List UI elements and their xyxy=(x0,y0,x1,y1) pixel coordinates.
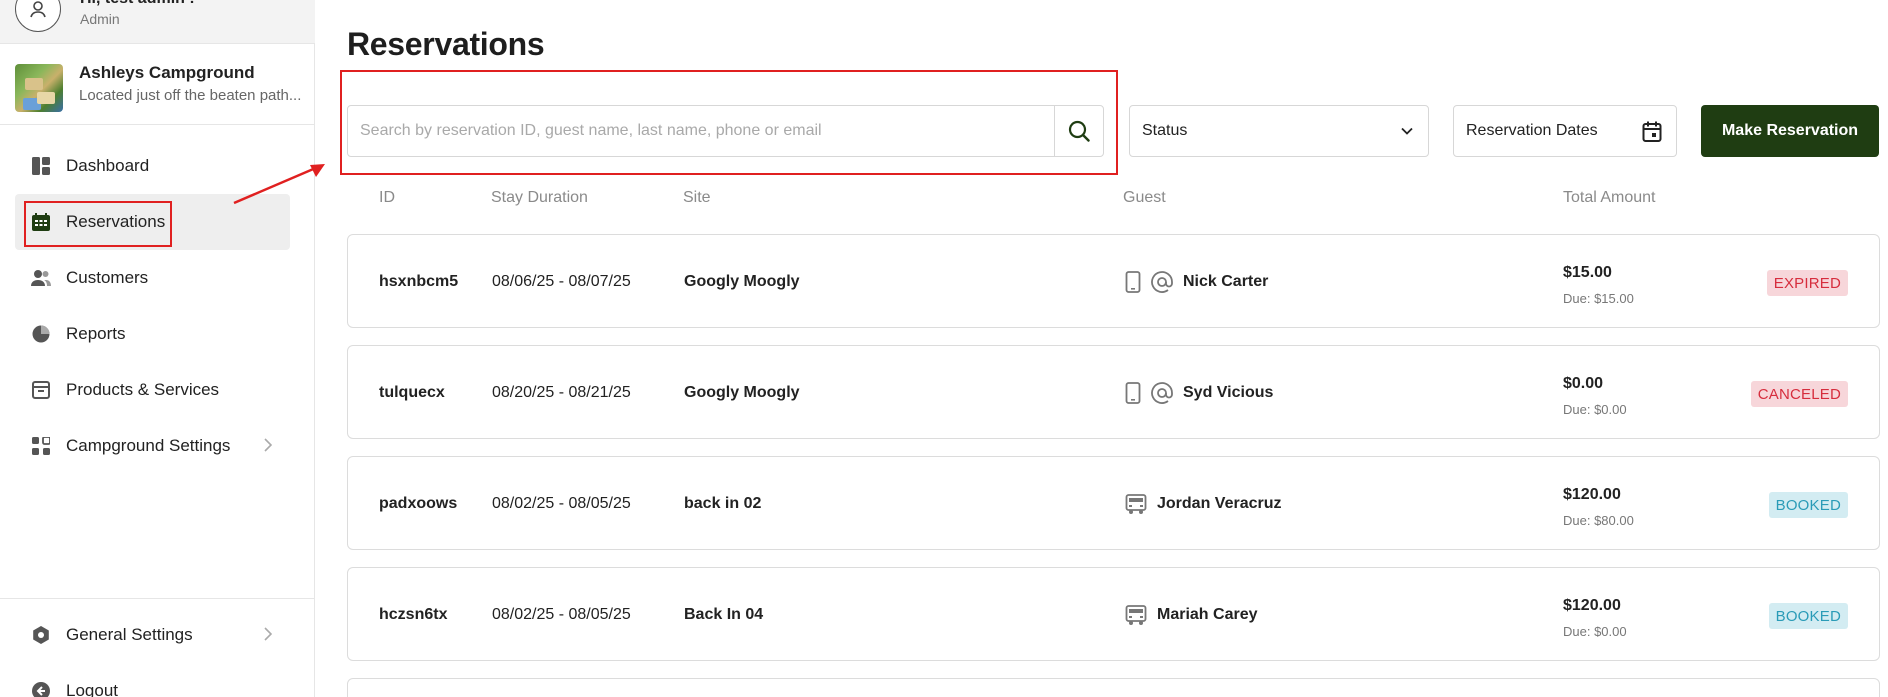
box-icon xyxy=(31,380,51,400)
campground-thumbnail xyxy=(15,64,63,112)
status-badge: BOOKED xyxy=(1768,603,1848,629)
amount-due: Due: $80.00 xyxy=(1563,513,1634,528)
guest-name: Syd Vicious xyxy=(1183,384,1274,401)
app-root: Hi, test admin ! Admin Ashleys Campgroun… xyxy=(0,0,1888,697)
campground-name: Ashleys Campground xyxy=(79,63,255,82)
nav-logout[interactable]: Logout xyxy=(15,663,290,697)
status-badge: BOOKED xyxy=(1768,492,1848,518)
amount-due: Due: $15.00 xyxy=(1563,291,1634,306)
annotation-nav-highlight xyxy=(24,201,172,247)
column-header-site: Site xyxy=(683,189,711,206)
column-header-id: ID xyxy=(379,189,395,206)
guest-cell: Mariah Carey xyxy=(1125,604,1258,626)
nav-customers-label: Customers xyxy=(66,268,149,287)
reservation-dates-field[interactable]: Reservation Dates xyxy=(1453,105,1677,157)
phone-icon xyxy=(1125,271,1141,293)
status-select[interactable]: Status xyxy=(1129,105,1429,157)
status-badge: CANCELED xyxy=(1750,381,1848,407)
guest-name: Nick Carter xyxy=(1183,273,1269,290)
nav-reports[interactable]: Reports xyxy=(15,306,290,362)
table-row[interactable] xyxy=(347,678,1880,697)
dashboard-icon xyxy=(31,156,51,176)
table-row[interactable]: padxoows 08/02/25 - 08/05/25 back in 02 … xyxy=(347,456,1880,550)
reservation-id: tulquecx xyxy=(379,384,445,401)
amount-due: Due: $0.00 xyxy=(1563,624,1627,639)
nav-campground-settings-label: Campground Settings xyxy=(66,436,231,455)
nav-campground-settings[interactable]: Campground Settings xyxy=(15,418,290,474)
reservation-id: padxoows xyxy=(379,495,458,512)
total-amount: $120.00 xyxy=(1563,597,1621,614)
table-row[interactable]: hsxnbcm5 08/06/25 - 08/07/25 Googly Moog… xyxy=(347,234,1880,328)
chevron-right-icon xyxy=(264,437,273,457)
reservation-id: hczsn6tx xyxy=(379,606,448,623)
status-select-label: Status xyxy=(1142,122,1188,139)
status-badge: EXPIRED xyxy=(1766,270,1848,296)
table-row[interactable]: tulquecx 08/20/25 - 08/21/25 Googly Moog… xyxy=(347,345,1880,439)
sidebar: Hi, test admin ! Admin Ashleys Campgroun… xyxy=(0,0,315,697)
nav-customers[interactable]: Customers xyxy=(15,250,290,306)
column-header-guest: Guest xyxy=(1123,189,1166,206)
table-row[interactable]: hczsn6tx 08/02/25 - 08/05/25 Back In 04 … xyxy=(347,567,1880,661)
user-greeting: Hi, test admin ! xyxy=(80,0,195,8)
guest-name: Mariah Carey xyxy=(1157,606,1258,623)
guest-cell: Syd Vicious xyxy=(1125,382,1273,404)
column-header-total: Total Amount xyxy=(1563,189,1656,206)
chevron-right-icon xyxy=(264,626,273,646)
guest-name: Jordan Veracruz xyxy=(1157,495,1282,512)
user-role: Admin xyxy=(80,11,120,27)
guest-cell: Nick Carter xyxy=(1125,271,1268,293)
nav-general-settings[interactable]: General Settings xyxy=(15,607,290,663)
chevron-down-icon xyxy=(1400,124,1414,143)
campground-block[interactable]: Ashleys Campground Located just off the … xyxy=(0,45,315,125)
nav-logout-label: Logout xyxy=(66,681,118,697)
stay-duration: 08/02/25 - 08/05/25 xyxy=(492,606,631,623)
page-title: Reservations xyxy=(347,26,545,62)
stay-duration: 08/06/25 - 08/07/25 xyxy=(492,273,631,290)
site-name: Googly Moogly xyxy=(684,273,800,290)
user-block[interactable]: Hi, test admin ! Admin xyxy=(0,0,315,44)
site-name: back in 02 xyxy=(684,495,762,512)
nav-reports-label: Reports xyxy=(66,324,126,343)
total-amount: $120.00 xyxy=(1563,486,1621,503)
column-header-duration: Stay Duration xyxy=(491,189,588,206)
make-reservation-button[interactable]: Make Reservation xyxy=(1701,105,1879,157)
nav-dashboard-label: Dashboard xyxy=(66,156,150,175)
logout-icon xyxy=(31,681,51,697)
total-amount: $15.00 xyxy=(1563,264,1612,281)
amount-due: Due: $0.00 xyxy=(1563,402,1627,417)
nav-general-settings-label: General Settings xyxy=(66,625,193,644)
nav-products-label: Products & Services xyxy=(66,380,220,399)
user-icon xyxy=(15,0,61,32)
annotation-arrow-icon xyxy=(233,164,325,205)
guest-cell: Jordan Veracruz xyxy=(1125,493,1282,515)
phone-icon xyxy=(1125,382,1141,404)
customers-icon xyxy=(31,268,51,288)
calendar-icon xyxy=(1642,121,1662,148)
at-icon xyxy=(1151,271,1173,293)
grid-icon xyxy=(31,436,51,456)
rv-icon xyxy=(1125,494,1147,514)
reservation-id: hsxnbcm5 xyxy=(379,273,459,290)
campground-tagline: Located just off the beaten path... xyxy=(79,87,302,104)
pie-chart-icon xyxy=(31,324,51,344)
rv-icon xyxy=(1125,605,1147,625)
nav-products[interactable]: Products & Services xyxy=(15,362,290,418)
at-icon xyxy=(1151,382,1173,404)
stay-duration: 08/02/25 - 08/05/25 xyxy=(492,495,631,512)
annotation-search-highlight xyxy=(340,70,1118,175)
reservation-dates-label: Reservation Dates xyxy=(1466,122,1598,139)
stay-duration: 08/20/25 - 08/21/25 xyxy=(492,384,631,401)
total-amount: $0.00 xyxy=(1563,375,1604,392)
sidebar-divider xyxy=(0,598,315,599)
site-name: Back In 04 xyxy=(684,606,764,623)
gear-icon xyxy=(31,625,51,645)
site-name: Googly Moogly xyxy=(684,384,800,401)
